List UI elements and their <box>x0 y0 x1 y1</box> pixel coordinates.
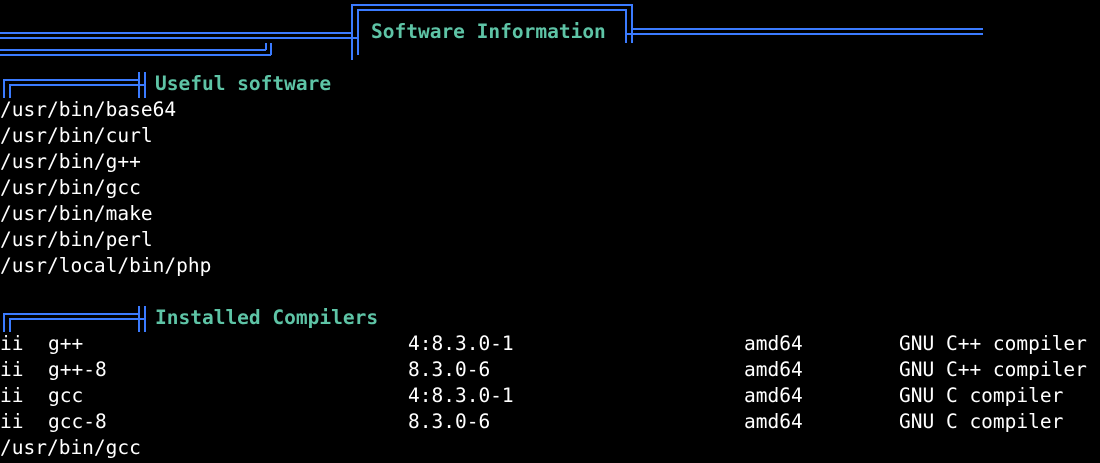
page-title: Software Information <box>371 20 606 43</box>
package-arch: amd64 <box>744 384 803 407</box>
compiler-path: /usr/bin/gcc <box>0 436 141 459</box>
package-arch: amd64 <box>744 410 803 433</box>
list-item: /usr/bin/g++ <box>0 150 141 173</box>
package-description: GNU C compiler <box>899 410 1064 433</box>
package-status: ii <box>0 410 24 433</box>
list-item: /usr/bin/gcc <box>0 176 141 199</box>
table-row: ii g++-8 8.3.0-6 amd64 GNU C++ compiler <box>0 357 1100 383</box>
table-row: ii gcc-8 8.3.0-6 amd64 GNU C compiler <box>0 409 1100 435</box>
table-row: ii gcc 4:8.3.0-1 amd64 GNU C compiler <box>0 383 1100 409</box>
list-item: /usr/bin/curl <box>0 124 153 147</box>
package-version: 8.3.0-6 <box>408 358 491 381</box>
package-version: 8.3.0-6 <box>408 410 491 433</box>
package-version: 4:8.3.0-1 <box>408 332 514 355</box>
package-arch: amd64 <box>744 332 803 355</box>
section-heading-installed-compilers: Installed Compilers <box>155 306 379 329</box>
package-description: GNU C++ compiler <box>899 332 1087 355</box>
package-version: 4:8.3.0-1 <box>408 384 514 407</box>
list-item: /usr/bin/make <box>0 202 153 225</box>
list-item: /usr/local/bin/php <box>0 254 212 277</box>
table-row: ii g++ 4:8.3.0-1 amd64 GNU C++ compiler <box>0 331 1100 357</box>
package-status: ii <box>0 358 24 381</box>
package-status: ii <box>0 384 24 407</box>
package-name: g++-8 <box>48 358 107 381</box>
list-item: /usr/bin/perl <box>0 228 153 251</box>
package-name: g++ <box>48 332 84 355</box>
section-heading-useful-software: Useful software <box>155 72 332 95</box>
package-description: GNU C compiler <box>899 384 1064 407</box>
package-name: gcc <box>48 384 84 407</box>
package-name: gcc-8 <box>48 410 107 433</box>
package-status: ii <box>0 332 24 355</box>
package-arch: amd64 <box>744 358 803 381</box>
list-item: /usr/bin/base64 <box>0 98 177 121</box>
package-description: GNU C++ compiler <box>899 358 1087 381</box>
